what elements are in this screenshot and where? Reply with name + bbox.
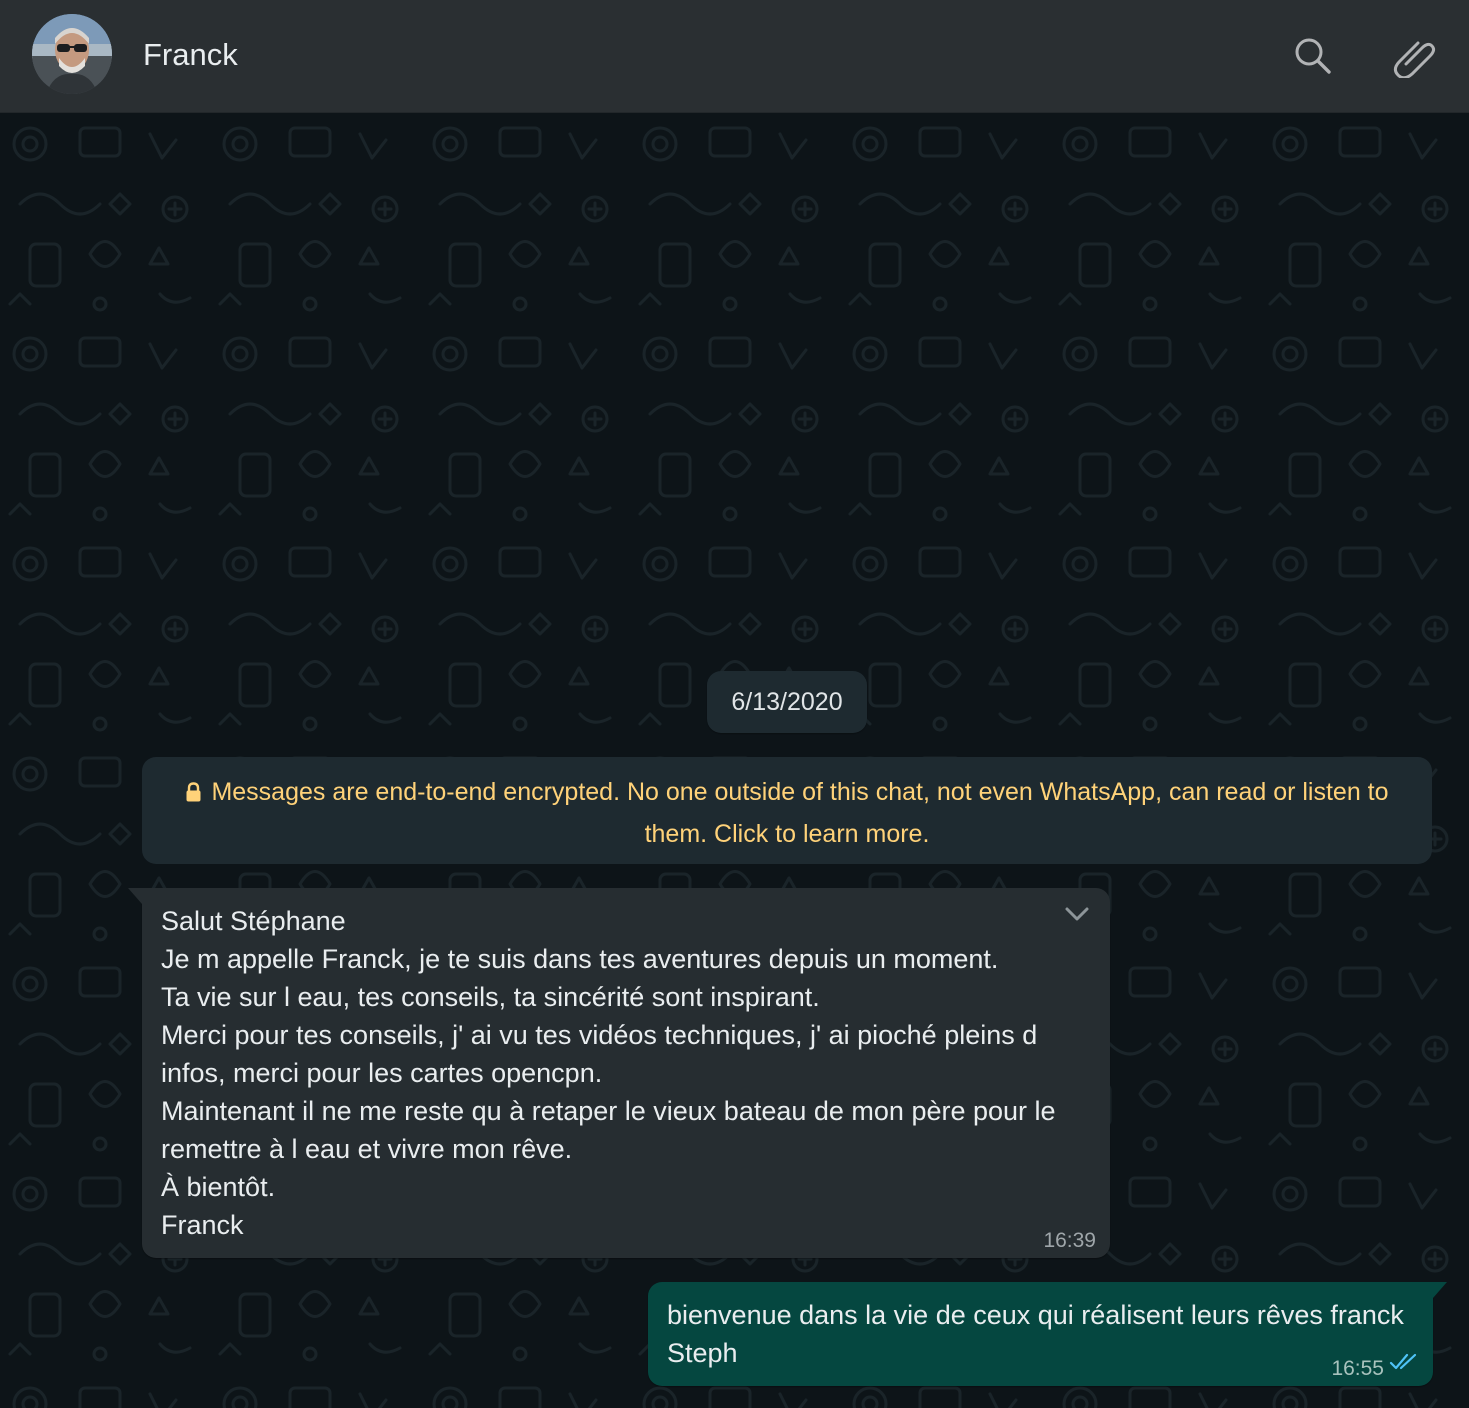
message-line: Steph — [667, 1338, 738, 1368]
message-line: bienvenue dans la vie de ceux qui réalis… — [667, 1300, 1404, 1330]
message-line: Je m appelle Franck, je te suis dans tes… — [161, 944, 999, 974]
search-button[interactable] — [1287, 30, 1339, 82]
message-line: Maintenant il ne me reste qu à retaper l… — [161, 1096, 1056, 1126]
message-line: Merci pour tes conseils, j' ai vu tes vi… — [161, 1020, 1038, 1050]
encryption-notice[interactable]: Messages are end-to-end encrypted. No on… — [142, 757, 1432, 864]
message-timestamp: 16:55 — [1331, 1357, 1384, 1380]
message-line: À bientôt. — [161, 1172, 276, 1202]
message-line: infos, merci pour les cartes opencpn. — [161, 1058, 603, 1088]
contact-avatar[interactable] — [32, 14, 112, 94]
encryption-notice-line-2: them. Click to learn more. — [644, 820, 930, 848]
attach-button[interactable] — [1388, 30, 1440, 82]
encryption-notice-line-1: Messages are end-to-end encrypted. No on… — [172, 771, 1402, 813]
message-menu-button[interactable] — [1064, 906, 1090, 927]
bubble-tail — [1433, 1282, 1447, 1298]
message-line: remettre à l eau et vivre mon rêve. — [161, 1134, 573, 1164]
chat-header: Franck — [0, 0, 1469, 113]
contact-name[interactable]: Franck — [143, 36, 238, 74]
avatar-photo — [32, 14, 112, 94]
message-line: Salut Stéphane — [161, 906, 346, 936]
message-line: Franck — [161, 1210, 244, 1240]
bubble-tail — [128, 888, 142, 904]
chevron-down-icon — [1065, 907, 1089, 921]
message-timestamp: 16:39 — [1043, 1229, 1096, 1252]
chat-panel[interactable]: 6/13/2020 Messages are end-to-end encryp… — [0, 114, 1469, 1408]
message-line: Ta vie sur l eau, tes conseils, ta sincé… — [161, 982, 820, 1012]
paperclip-icon — [1393, 41, 1436, 78]
date-separator: 6/13/2020 — [707, 671, 867, 733]
outgoing-message[interactable]: bienvenue dans la vie de ceux qui réalis… — [648, 1282, 1447, 1386]
double-check-read-icon — [1389, 1353, 1417, 1370]
search-icon — [1295, 38, 1331, 74]
lock-icon — [186, 782, 201, 802]
incoming-message[interactable]: Salut Stéphane Je m appelle Franck, je t… — [128, 888, 1110, 1258]
encryption-notice-text-1: Messages are end-to-end encrypted. No on… — [211, 778, 1389, 806]
